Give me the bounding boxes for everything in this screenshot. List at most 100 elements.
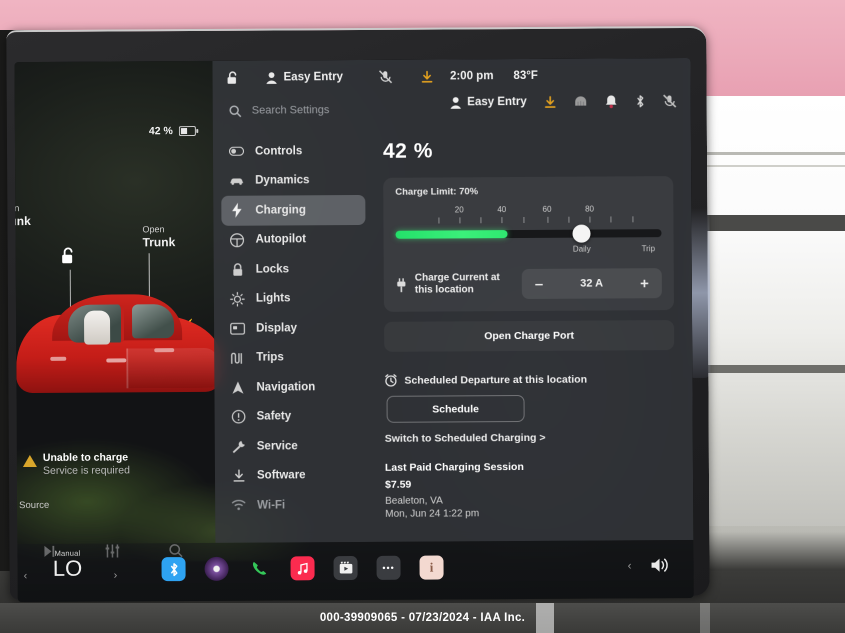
trunk-callout[interactable]: Open Trunk — [142, 223, 175, 306]
sidebar-item-autopilot[interactable]: Autopilot — [221, 224, 365, 254]
sidebar-item-navigation[interactable]: Navigation — [222, 372, 366, 402]
car-icon[interactable] — [574, 95, 588, 108]
sidebar-item-dynamics[interactable]: Dynamics — [221, 165, 365, 195]
sidebar-item-label: Trips — [256, 351, 284, 364]
scheduled-departure-row: Scheduled Departure at this location — [384, 372, 674, 387]
sidebar-item-label: Service — [256, 440, 298, 453]
volume-control[interactable]: ‹ — [627, 556, 671, 574]
music-app-icon[interactable] — [290, 556, 315, 581]
bluetooth-app-icon[interactable] — [161, 557, 186, 582]
sidebar-item-safety[interactable]: Safety — [223, 401, 367, 431]
car-illustration[interactable] — [14, 286, 236, 432]
screen-icon — [230, 322, 246, 335]
navigation-arrow-icon — [230, 380, 245, 394]
sidebar-item-trips[interactable]: Trips — [222, 342, 366, 372]
video-app-icon[interactable] — [333, 556, 358, 581]
route-icon — [230, 351, 245, 364]
charge-current-stepper[interactable]: – 32 A + — [521, 268, 662, 299]
sidebar-item-controls[interactable]: Controls — [221, 136, 365, 166]
source-label[interactable]: Source — [19, 500, 49, 511]
slider-handle[interactable] — [572, 224, 591, 243]
panel-profile-name: Easy Entry — [467, 95, 527, 109]
volume-chevron-icon[interactable]: ‹ — [628, 558, 632, 572]
alert-circle-icon — [231, 410, 246, 424]
slider-mode-labels: Daily Trip — [396, 244, 662, 258]
alarm-clock-icon — [384, 374, 397, 387]
speaker-volume-icon[interactable] — [649, 556, 671, 574]
sidebar-item-label: Controls — [254, 145, 303, 158]
schedule-button[interactable]: Schedule — [386, 394, 525, 423]
sidebar-item-wifi[interactable]: Wi-Fi — [223, 490, 367, 520]
media-disc-icon[interactable] — [204, 556, 229, 581]
climate-decrease-chevron[interactable]: ‹ — [24, 570, 28, 582]
sidebar-item-label: Locks — [255, 263, 290, 276]
warning-title: Unable to charge — [42, 451, 129, 464]
wrench-icon — [231, 439, 246, 453]
sidebar-item-software[interactable]: Software — [223, 460, 367, 490]
sidebar-item-label: Wi-Fi — [257, 499, 286, 512]
car-handle — [50, 356, 67, 361]
sidebar-item-lights[interactable]: Lights — [222, 283, 366, 313]
battery-percent-label: 42 % — [148, 125, 173, 138]
sidebar-item-service[interactable]: Service — [223, 431, 367, 461]
charge-current-line1: Charge Current at — [414, 271, 500, 284]
sun-icon — [230, 291, 245, 307]
person-icon — [266, 71, 278, 84]
decrease-current-button[interactable]: – — [535, 275, 543, 292]
last-paid-date: Mon, Jun 24 1:22 pm — [385, 508, 480, 520]
bluetooth-icon[interactable] — [635, 94, 646, 108]
charge-current-text: Charge Current at this location — [415, 272, 500, 298]
bolt-icon — [229, 202, 244, 218]
trim-line — [690, 152, 845, 155]
app-icon-row: ••• i — [161, 555, 444, 582]
settings-panel: Easy Entry 2:00 pm 83°F Search Settings … — [212, 57, 694, 543]
last-paid-heading: Last Paid Charging Session — [384, 460, 524, 474]
padlock-icon — [230, 262, 245, 276]
microphone-muted-icon[interactable] — [663, 94, 677, 108]
auction-watermark-footer: 000-39909065 - 07/23/2024 - IAA Inc. — [0, 603, 845, 633]
open-charge-port-button[interactable]: Open Charge Port — [384, 320, 675, 352]
software-update-icon[interactable] — [544, 95, 557, 108]
phone-icon[interactable] — [247, 557, 271, 581]
charge-limit-label: Charge Limit: 70% — [395, 186, 479, 198]
sidebar-item-locks[interactable]: Locks — [222, 254, 366, 284]
bell-icon[interactable] — [605, 94, 618, 109]
sidebar-item-display[interactable]: Display — [222, 313, 366, 343]
outside-temperature[interactable]: 83°F — [513, 70, 537, 82]
car-open-door — [126, 347, 219, 389]
sidebar-item-charging[interactable]: Charging — [221, 194, 366, 226]
tablet-bezel: 42 % Open Frunk Open Trunk Unable to cha… — [6, 25, 711, 603]
driver-profile[interactable]: Easy Entry — [266, 71, 344, 84]
info-card-icon[interactable]: i — [419, 555, 444, 580]
sidebar-item-label: Display — [256, 322, 298, 335]
microphone-muted-icon[interactable] — [379, 70, 393, 84]
more-apps-icon[interactable]: ••• — [376, 555, 401, 580]
climate-increase-chevron[interactable]: › — [114, 569, 118, 581]
trunk-callout-sub: Open — [142, 224, 165, 235]
wifi-icon — [231, 500, 246, 511]
frunk-callout[interactable]: Open Frunk — [14, 202, 30, 228]
charge-limit-card: Charge Limit: 70% 20 40 60 80 Daily Trip… — [383, 176, 674, 312]
switch-to-scheduled-charging-link[interactable]: Switch to Scheduled Charging > — [385, 431, 675, 445]
bottom-taskbar: Manual LO ‹ › ••• i ‹ — [17, 539, 694, 603]
download-icon — [231, 469, 246, 483]
sidebar-item-label: Lights — [255, 292, 291, 305]
watermark-text: 000-39909065 - 07/23/2024 - IAA Inc. — [319, 612, 526, 624]
slider-tick-label: 40 — [497, 205, 507, 215]
unlocked-icon[interactable] — [227, 71, 240, 85]
increase-current-button[interactable]: + — [640, 275, 649, 292]
charge-limit-slider[interactable]: 20 40 60 80 Daily Trip — [395, 204, 662, 258]
slider-tick-labels: 20 40 60 80 — [395, 204, 661, 217]
clock-time[interactable]: 2:00 pm — [450, 70, 494, 82]
software-update-icon[interactable] — [421, 70, 434, 83]
search-input-placeholder: Search Settings — [251, 104, 330, 117]
panel-profile[interactable]: Easy Entry — [449, 95, 527, 109]
sidebar-item-label: Software — [256, 469, 306, 482]
warning-triangle-icon — [22, 454, 37, 468]
unlocked-padlock-icon[interactable] — [61, 247, 77, 265]
climate-control[interactable]: Manual LO — [35, 549, 99, 581]
panel-top-right-icons: Easy Entry — [449, 94, 677, 109]
slider-ticks — [395, 216, 661, 225]
sidebar-item-label: Dynamics — [255, 174, 310, 187]
charge-plug-icon — [396, 277, 407, 292]
